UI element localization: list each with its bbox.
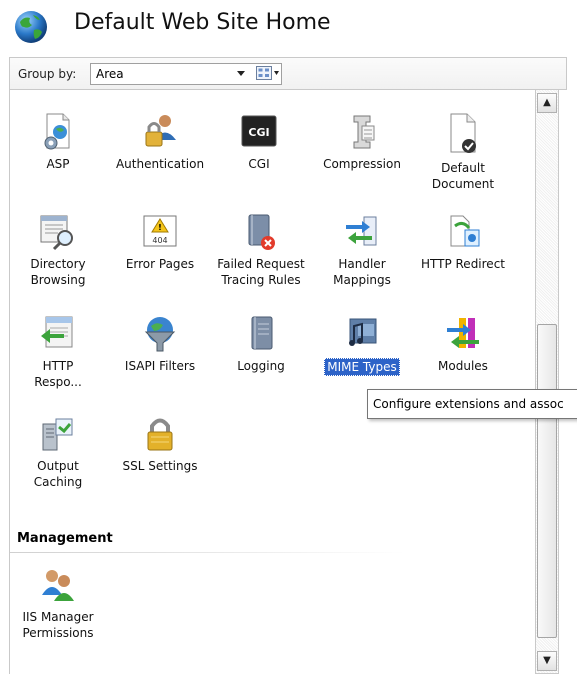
svg-text:!: !: [158, 223, 162, 232]
notebook-error-icon: [248, 214, 275, 250]
feature-tile-http-redirect[interactable]: HTTP Redirect: [413, 212, 513, 272]
feature-tile-authentication[interactable]: Authentication: [110, 112, 210, 172]
clamp-icon: [353, 115, 375, 149]
feature-tile-iis-manager-permissions[interactable]: IIS Manager Permissions: [8, 565, 108, 641]
logbook-icon: [251, 316, 273, 350]
asp-icon: [44, 113, 70, 150]
feature-tile-asp[interactable]: ASP: [8, 112, 108, 172]
page-title: Default Web Site Home: [74, 10, 331, 35]
feature-tile-compression[interactable]: Compression: [312, 112, 412, 172]
group-by-value: Area: [96, 67, 124, 81]
feature-label: ISAPI Filters: [124, 359, 196, 373]
document-check-icon: [450, 113, 476, 153]
feature-label: Output Caching: [33, 459, 83, 489]
feature-label: Handler Mappings: [333, 257, 391, 287]
feature-label: HTTP Respo...: [34, 359, 82, 389]
feature-label: MIME Types: [324, 358, 400, 376]
feature-label: ASP: [46, 157, 70, 171]
svg-text:CGI: CGI: [248, 126, 269, 139]
feature-tile-error-pages[interactable]: ! 404 Error Pages: [110, 212, 210, 272]
scroll-thumb[interactable]: [537, 324, 557, 638]
http-response-icon: [41, 316, 73, 348]
padlock-icon: [147, 418, 173, 451]
grid-view-icon[interactable]: [256, 66, 280, 81]
section-header-management: Management: [17, 531, 113, 546]
tooltip-text: Configure extensions and assoc: [373, 397, 564, 411]
scroll-down-button[interactable]: ▼: [537, 651, 557, 671]
music-video-icon: [349, 318, 377, 346]
feature-label: SSL Settings: [122, 459, 198, 473]
redirect-icon: [450, 215, 480, 247]
arrows-mapping-icon: [346, 216, 377, 246]
server-cache-icon: [42, 418, 73, 451]
modules-icon: [447, 318, 479, 348]
feature-tile-handler-mappings[interactable]: Handler Mappings: [312, 212, 412, 288]
chevron-down-icon[interactable]: [234, 66, 248, 80]
feature-label: Directory Browsing: [30, 257, 86, 287]
scroll-up-button[interactable]: ▲: [537, 93, 557, 113]
directory-search-icon: [40, 215, 73, 251]
feature-label: Logging: [237, 359, 285, 373]
vertical-scrollbar[interactable]: ▲ ▼: [535, 89, 559, 674]
users-lock-icon: [145, 115, 176, 147]
section-divider: [10, 552, 405, 553]
funnel-icon: [144, 317, 176, 352]
feature-label: HTTP Redirect: [420, 257, 505, 271]
feature-label: IIS Manager Permissions: [22, 610, 94, 640]
feature-tile-isapi-filters[interactable]: ISAPI Filters: [110, 314, 210, 374]
feature-tile-mime-types[interactable]: MIME Types: [312, 314, 412, 376]
feature-label: Error Pages: [125, 257, 195, 271]
feature-tile-directory-browsing[interactable]: Directory Browsing: [8, 212, 108, 288]
feature-tile-logging[interactable]: Logging: [211, 314, 311, 374]
feature-label: Default Document: [431, 161, 495, 191]
feature-label: Authentication: [115, 157, 205, 171]
svg-text:404: 404: [152, 236, 167, 245]
feature-tile-failed-request-tracing[interactable]: Failed Request Tracing Rules: [211, 212, 311, 288]
feature-tile-default-document[interactable]: Default Document: [413, 112, 513, 192]
feature-label: Modules: [438, 359, 488, 373]
group-by-toolbar: Group by: Area: [9, 57, 567, 90]
feature-tile-output-caching[interactable]: Output Caching: [8, 414, 108, 490]
feature-label: CGI: [248, 157, 270, 171]
feature-label: Failed Request Tracing Rules: [217, 257, 305, 287]
feature-tile-modules[interactable]: Modules: [413, 314, 513, 374]
globe-icon: [14, 10, 48, 44]
warning-icon: ! 404: [143, 215, 177, 247]
group-by-label: Group by:: [18, 67, 77, 81]
tooltip: Configure extensions and assoc: [367, 389, 577, 419]
users-icon: [42, 570, 74, 601]
group-by-select[interactable]: Area: [90, 63, 282, 85]
feature-tile-cgi[interactable]: CGI CGI: [209, 112, 309, 172]
cgi-icon: CGI: [241, 115, 277, 147]
feature-label: Compression: [323, 157, 401, 171]
feature-tile-http-response-headers[interactable]: HTTP Respo...: [8, 314, 108, 390]
feature-tile-ssl-settings[interactable]: SSL Settings: [110, 414, 210, 474]
